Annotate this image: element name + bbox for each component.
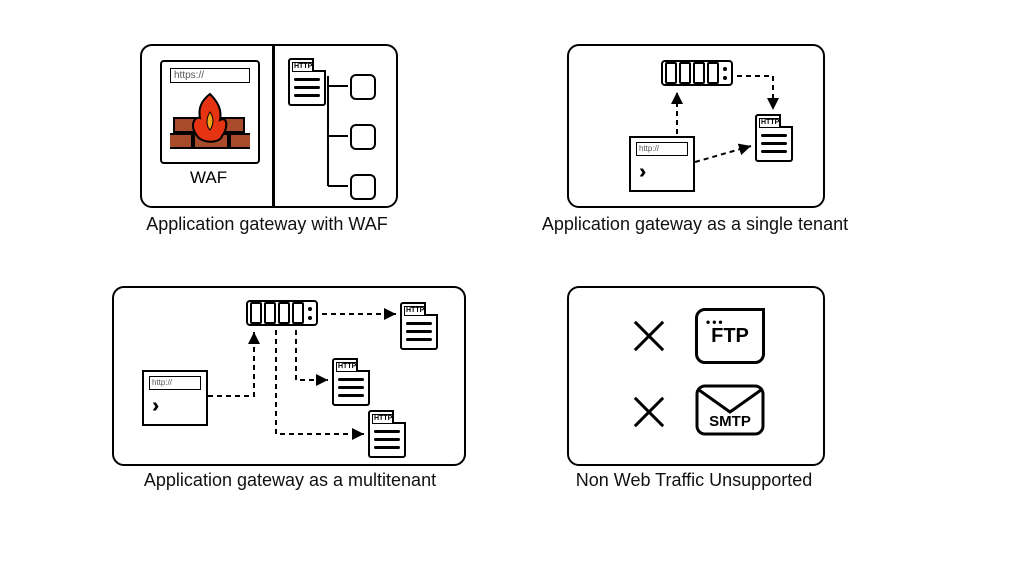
chevrons-icon: ››	[639, 161, 640, 184]
multi-http-doc-2: HTTP	[332, 358, 370, 406]
chevrons-icon: ››	[152, 395, 153, 418]
waf-divider	[272, 46, 275, 206]
panel-multitenant: http:// ›› HTTP HTTP HTTP	[112, 286, 466, 466]
waf-label: WAF	[190, 168, 227, 188]
multi-browser: http:// ››	[142, 370, 208, 426]
single-browser: http:// ››	[629, 136, 695, 192]
waf-url-bar: https://	[170, 68, 250, 83]
waf-http-doc: HTTP	[288, 58, 326, 106]
waf-firewall-box: https://	[160, 60, 260, 164]
smtp-envelope: SMTP	[695, 384, 765, 436]
multi-http-doc-3: HTTP	[368, 410, 406, 458]
single-load-balancer	[661, 60, 733, 86]
panel-nonweb: FTP ••• SMTP	[567, 286, 825, 466]
waf-node-3	[350, 174, 376, 200]
firewall-icon	[170, 88, 250, 154]
panel-single-tenant: HTTP http:// ››	[567, 44, 825, 208]
multi-http-doc-1: HTTP	[400, 302, 438, 350]
caption-waf: Application gateway with WAF	[140, 214, 394, 235]
x-icon-ftp	[629, 316, 669, 356]
ftp-box: FTP •••	[695, 308, 765, 364]
caption-single: Application gateway as a single tenant	[540, 214, 850, 235]
panel-waf: https:// WAF HTTP	[140, 44, 398, 208]
x-icon-smtp	[629, 392, 669, 432]
caption-nonweb: Non Web Traffic Unsupported	[567, 470, 821, 491]
waf-node-1	[350, 74, 376, 100]
caption-multi: Application gateway as a multitenant	[130, 470, 450, 491]
single-http-doc: HTTP	[755, 114, 793, 162]
waf-node-2	[350, 124, 376, 150]
ftp-dots: •••	[706, 315, 725, 329]
multi-load-balancer	[246, 300, 318, 326]
